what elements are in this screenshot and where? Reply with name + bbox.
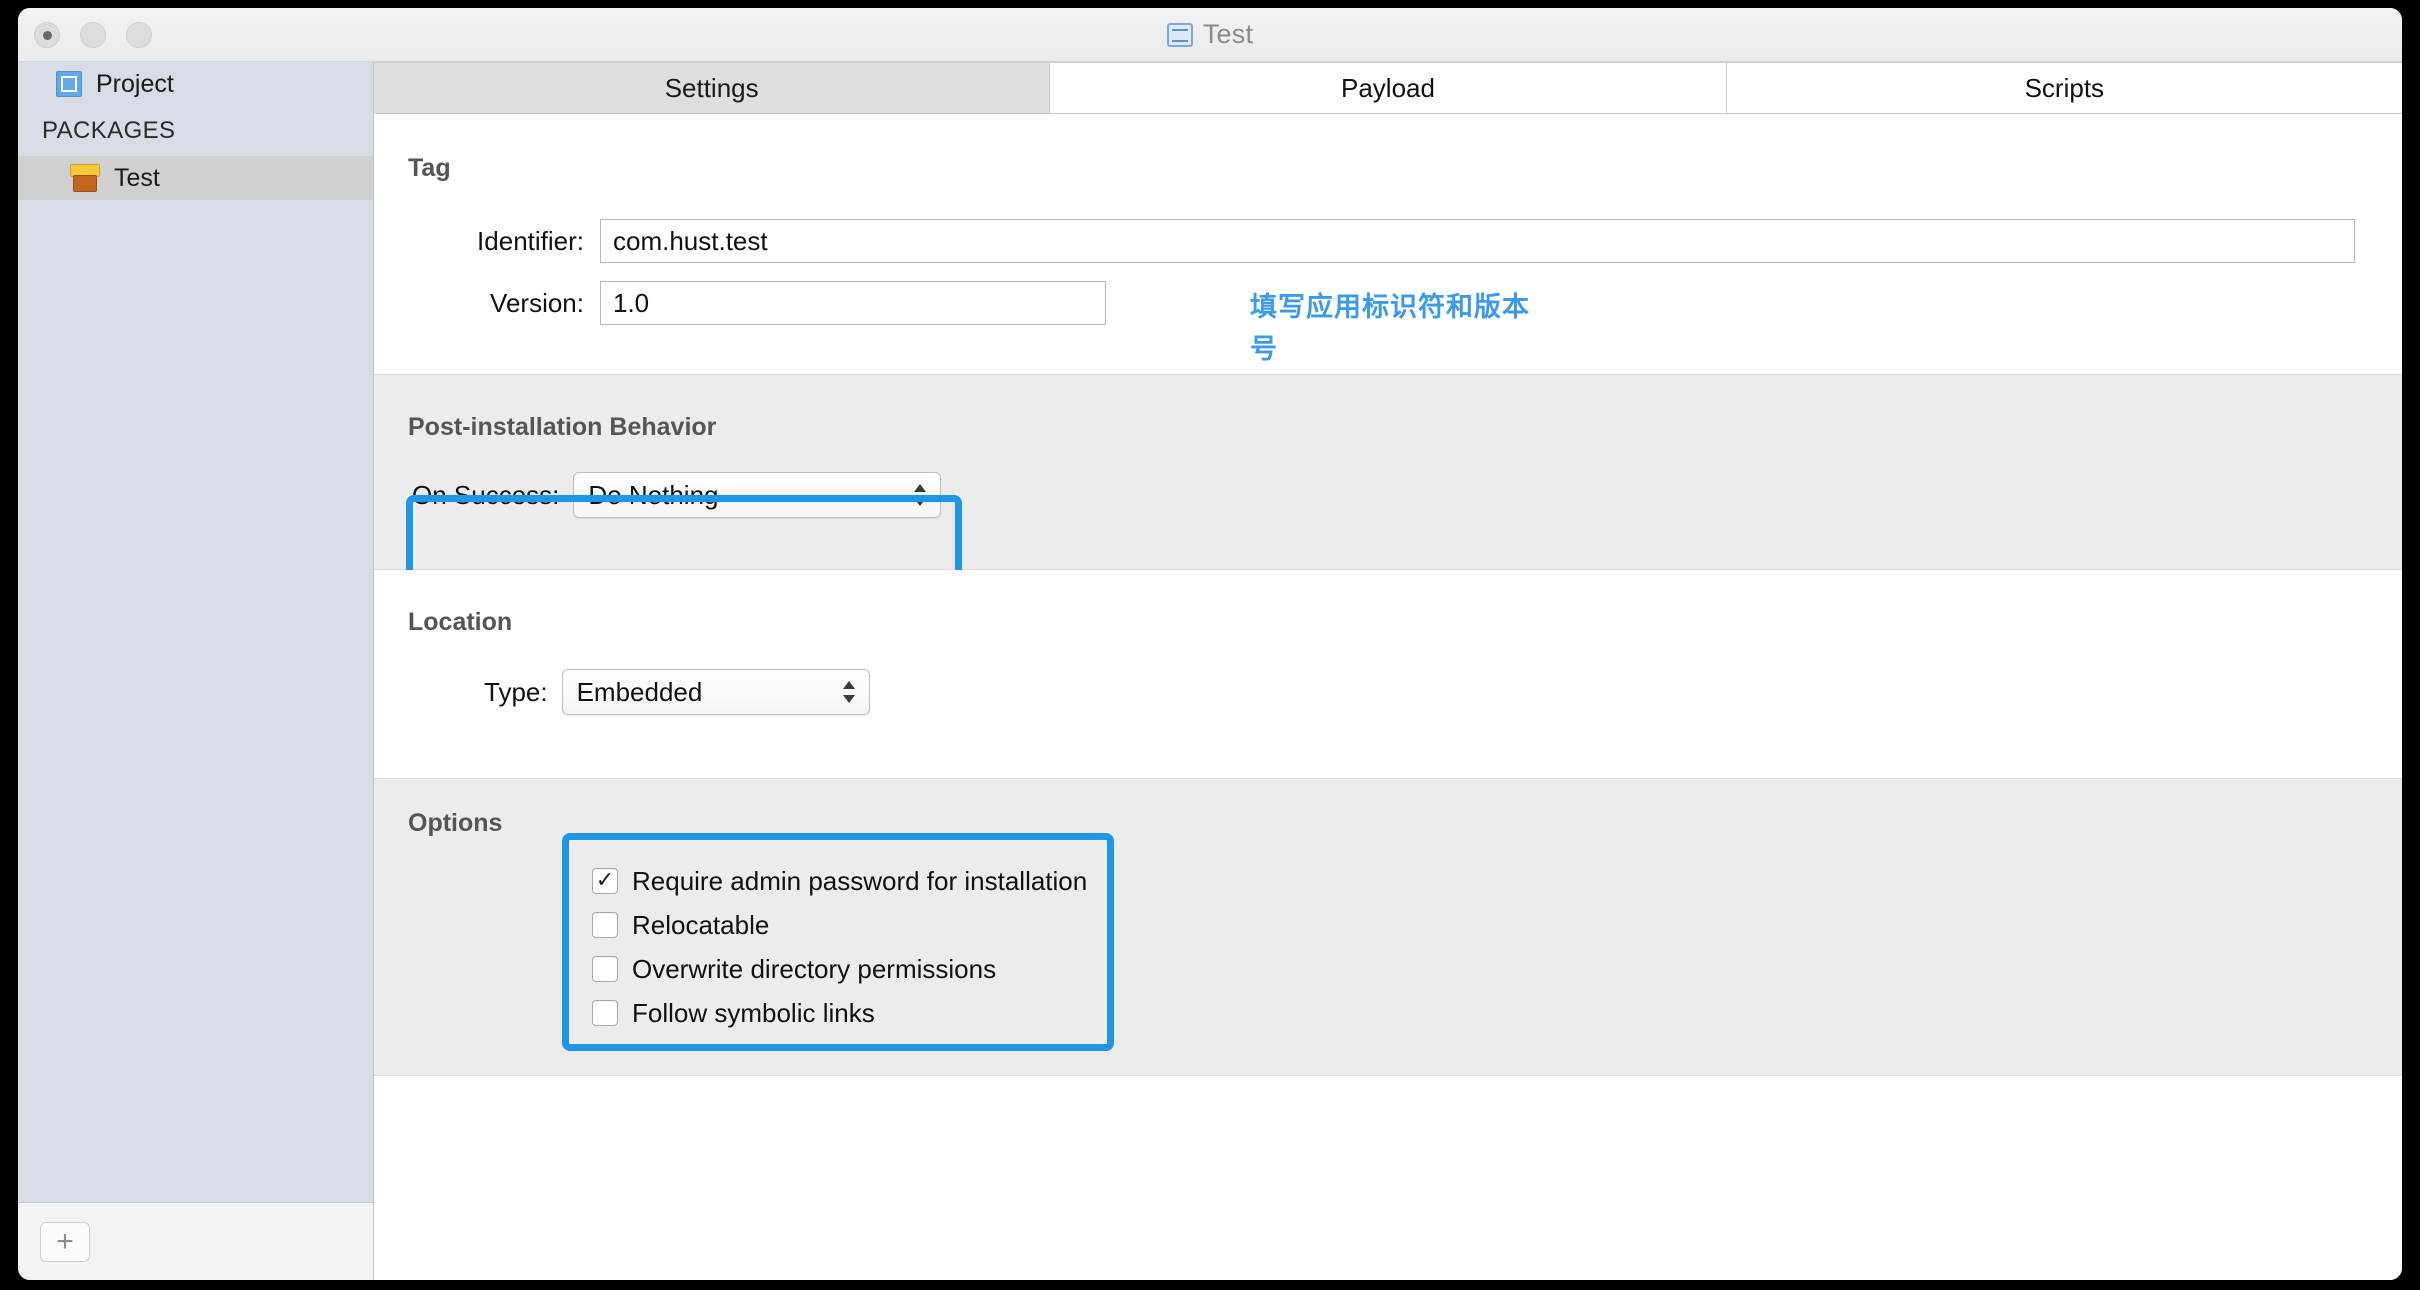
title-bar: Test — [18, 8, 2402, 62]
tab-scripts[interactable]: Scripts — [1726, 62, 2402, 113]
add-package-button[interactable]: + — [40, 1221, 90, 1262]
app-window: Test Project PACKAGES Test + Settings Pa… — [18, 8, 2402, 1280]
location-type-select[interactable]: Embedded — [561, 669, 870, 715]
checkbox-label-overwrite-permissions: Overwrite directory permissions — [632, 953, 997, 984]
sidebar-item-test[interactable]: Test — [18, 156, 373, 200]
chevron-up-down-icon — [841, 678, 857, 706]
checkbox-overwrite-permissions[interactable] — [592, 956, 618, 982]
checkbox-row-require-admin[interactable]: ✓ Require admin password for installatio… — [592, 859, 1087, 903]
options-checkbox-list: ✓ Require admin password for installatio… — [592, 859, 1087, 1035]
section-post-installation: Post-installation Behavior On Success: D… — [374, 374, 2402, 587]
location-type-value: Embedded — [576, 676, 703, 707]
type-label: Type: — [484, 676, 548, 707]
tab-settings[interactable]: Settings — [374, 62, 1051, 113]
window-title: Test — [1202, 19, 1254, 49]
checkbox-row-relocatable[interactable]: Relocatable — [592, 903, 1087, 947]
checkbox-relocatable[interactable] — [592, 912, 618, 938]
on-success-value: Do Nothing — [588, 479, 719, 510]
checkbox-row-overwrite-permissions[interactable]: Overwrite directory permissions — [592, 947, 1087, 991]
section-location: Location Type: Embedded — [374, 570, 2402, 778]
on-success-label: On Success: — [412, 479, 560, 510]
section-post-installation-title: Post-installation Behavior — [408, 413, 717, 441]
checkbox-label-relocatable: Relocatable — [632, 909, 770, 940]
checkbox-row-follow-symlinks[interactable]: Follow symbolic links — [592, 991, 1087, 1035]
section-options: Options ✓ Require admin password for ins… — [374, 778, 2402, 1076]
chevron-up-down-icon — [912, 481, 928, 509]
section-trailing — [374, 1076, 2402, 1196]
sidebar-list: Project PACKAGES Test — [18, 62, 373, 1202]
section-options-title: Options — [408, 809, 503, 837]
sidebar-item-project[interactable]: Project — [18, 62, 373, 106]
section-location-title: Location — [408, 608, 513, 636]
check-icon: ✓ — [595, 867, 615, 892]
tab-payload[interactable]: Payload — [1050, 62, 1727, 113]
sidebar-group-packages: PACKAGES — [42, 117, 176, 144]
identifier-input[interactable]: com.hust.test — [600, 219, 2355, 263]
section-tag-title: Tag — [408, 154, 451, 182]
annotation-text: 填写应用标识符和版本号 — [1248, 290, 1532, 367]
version-input[interactable]: 1.0 — [600, 281, 1106, 325]
on-success-select[interactable]: Do Nothing — [573, 472, 942, 518]
checkbox-label-require-admin: Require admin password for installation — [632, 865, 1088, 896]
tab-bar: Settings Payload Scripts — [374, 62, 2402, 114]
checkbox-label-follow-symlinks: Follow symbolic links — [632, 997, 875, 1028]
sidebar-footer: + — [18, 1202, 373, 1280]
package-icon — [70, 164, 100, 192]
checkbox-require-admin[interactable]: ✓ — [592, 868, 618, 894]
window-title-group: Test — [18, 19, 2402, 50]
main-pane: Settings Payload Scripts Tag Identifier:… — [374, 62, 2402, 1280]
sidebar-item-test-label: Test — [114, 163, 160, 192]
sidebar: Project PACKAGES Test + — [18, 62, 374, 1280]
window-body: Project PACKAGES Test + Settings Payload… — [18, 62, 2402, 1280]
version-label: Version: — [490, 287, 584, 318]
checkbox-follow-symlinks[interactable] — [592, 1000, 618, 1026]
sidebar-item-project-label: Project — [96, 69, 174, 98]
project-document-icon — [1166, 22, 1193, 47]
identifier-label: Identifier: — [477, 225, 584, 256]
project-icon — [56, 71, 82, 97]
